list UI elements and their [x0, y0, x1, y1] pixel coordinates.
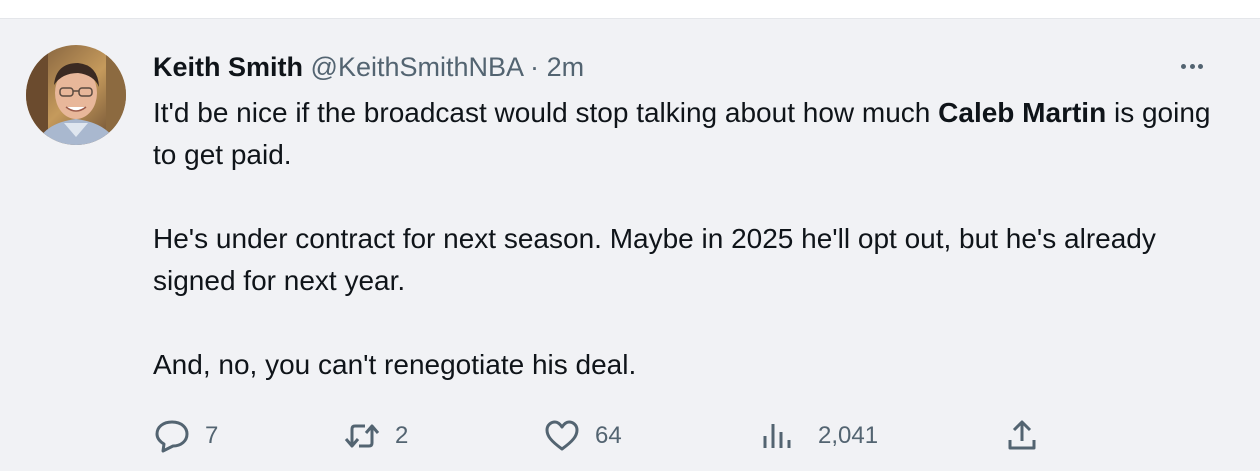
more-options-icon [1181, 63, 1186, 69]
retweet-count: 2 [395, 422, 409, 449]
tweet-text: It'd be nice if the broadcast would stop… [153, 92, 1228, 386]
mention-bold: Caleb Martin [938, 97, 1107, 128]
tweet-actions: 7 2 64 2,041 [153, 416, 1213, 456]
author-name[interactable]: Keith Smith [153, 52, 303, 82]
like-count: 64 [595, 422, 622, 449]
views-button[interactable]: 2,041 [758, 416, 878, 456]
share-upload-icon [1008, 420, 1036, 450]
retweet-icon [344, 424, 380, 448]
tweet-timestamp[interactable]: 2m [547, 52, 585, 82]
tweet-paragraph-2: He's under contract for next season. May… [153, 223, 1156, 296]
reply-button[interactable]: 7 [153, 416, 218, 456]
reply-icon [155, 420, 189, 453]
views-bar-chart-icon [763, 424, 791, 448]
share-button[interactable] [1003, 416, 1041, 456]
tweet-header: Keith Smith @KeithSmithNBA · 2m [153, 49, 584, 85]
more-options-button[interactable] [1172, 53, 1212, 79]
heart-icon [545, 420, 579, 451]
avatar-image [26, 45, 126, 145]
avatar[interactable] [26, 45, 126, 145]
tweet-paragraph-3: And, no, you can't renegotiate his deal. [153, 349, 637, 380]
tweet-paragraph-1: It'd be nice if the broadcast would stop… [153, 97, 1211, 170]
retweet-button[interactable]: 2 [343, 416, 408, 456]
like-button[interactable]: 64 [543, 416, 622, 456]
header-separator: · [530, 52, 540, 82]
tweet-card[interactable]: Keith Smith @KeithSmithNBA · 2m It'd be … [0, 18, 1260, 471]
reply-count: 7 [205, 422, 219, 449]
author-handle[interactable]: @KeithSmithNBA [311, 52, 523, 82]
view-count: 2,041 [818, 422, 879, 449]
